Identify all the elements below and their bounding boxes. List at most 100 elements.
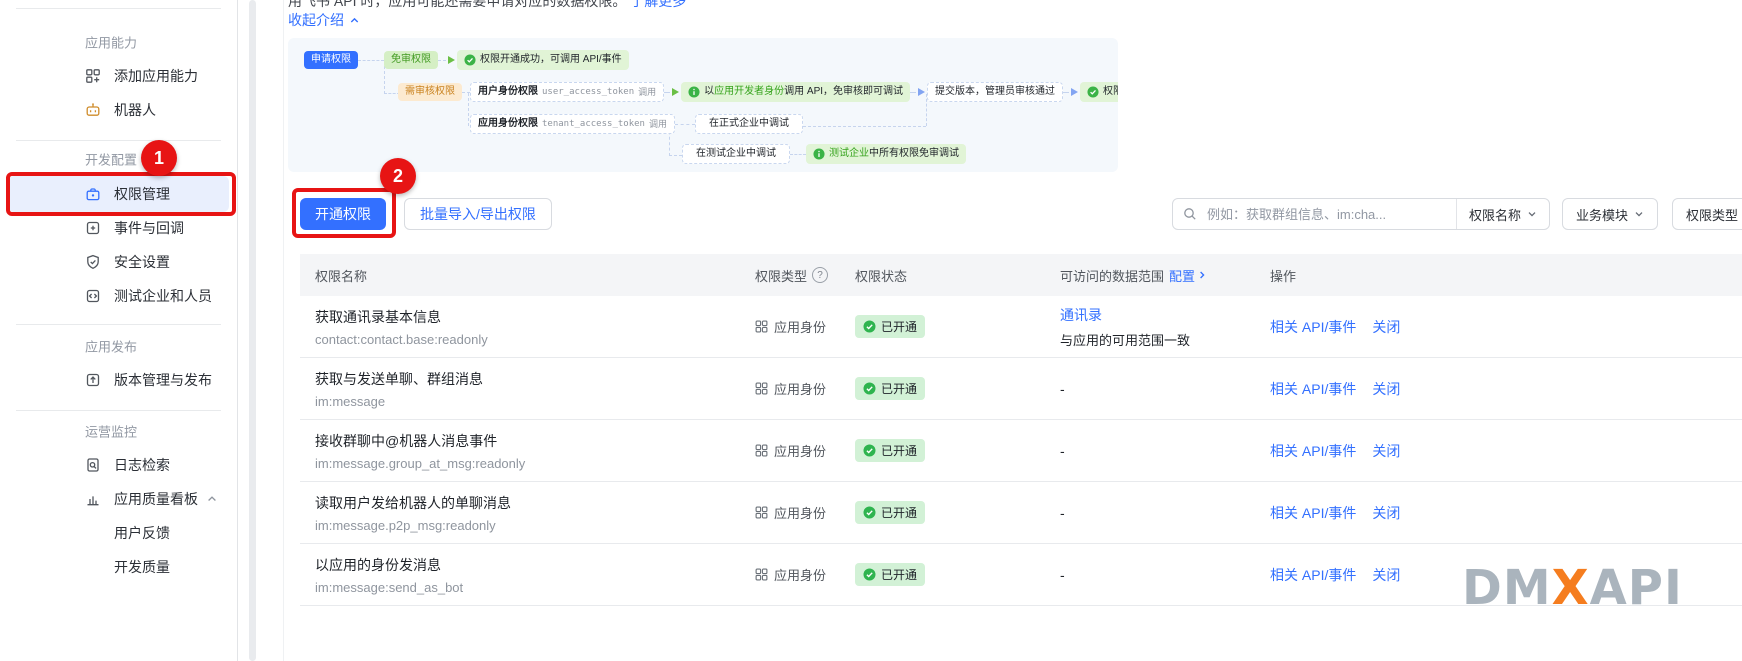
flow-dev-green-text: 应用开发者身份 [714, 86, 784, 97]
permission-type-filter[interactable]: 权限类型 [1672, 198, 1742, 230]
permission-type-label: 权限类型 [1686, 205, 1738, 224]
connector-line [1063, 92, 1069, 93]
app-identity-icon [755, 382, 768, 395]
sidebar-item-security[interactable]: 安全设置 [85, 252, 170, 272]
close-permission-link[interactable]: 关闭 [1372, 379, 1400, 399]
connector-line [664, 92, 670, 93]
permission-title: 读取用户发给机器人的单聊消息 [315, 493, 755, 513]
check-circle-icon [1087, 86, 1099, 98]
flow-test-free-label: 测试企业中所有权限免审调试 [829, 149, 959, 159]
annotation-step-2: 2 [380, 158, 416, 194]
info-circle-icon [688, 86, 700, 98]
batch-import-export-button[interactable]: 批量导入/导出权限 [404, 198, 552, 230]
permission-title: 获取与发送单聊、群组消息 [315, 369, 755, 389]
related-api-link[interactable]: 相关 API/事件 [1270, 317, 1356, 337]
permission-title: 接收群聊中@机器人消息事件 [315, 431, 755, 451]
related-api-link[interactable]: 相关 API/事件 [1270, 441, 1356, 461]
search-input[interactable] [1205, 206, 1456, 223]
business-module-filter[interactable]: 业务模块 [1562, 198, 1658, 230]
close-permission-link[interactable]: 关闭 [1372, 503, 1400, 523]
scope-config-link[interactable]: 配置 [1169, 266, 1207, 285]
collapse-intro-link[interactable]: 收起介绍 [288, 10, 360, 30]
flow-apply-node: 申请权限 [304, 51, 358, 69]
col-header-type: 权限类型 ? [755, 266, 855, 285]
flow-review-result-label: 权限开通成功，可调用 API/事件 [1103, 87, 1118, 97]
table-row: 获取通讯录基本信息 contact:contact.base:readonly … [300, 296, 1742, 358]
flow-free-tag: 免审权限 [384, 51, 438, 69]
content-left-rule [283, 0, 284, 661]
flow-test-suffix: 中所有权限免审调试 [869, 148, 959, 159]
data-scope-cell: - [1060, 567, 1270, 583]
flow-review-result: 权限开通成功，可调用 API/事件 [1080, 82, 1118, 102]
related-api-link[interactable]: 相关 API/事件 [1270, 565, 1356, 585]
action-cell: 相关 API/事件 关闭 [1270, 503, 1742, 523]
sidebar-item-events[interactable]: 事件与回调 [85, 218, 184, 238]
permission-status-cell: 已开通 [855, 563, 1060, 586]
collapse-intro-label: 收起介绍 [288, 10, 344, 30]
close-permission-link[interactable]: 关闭 [1372, 441, 1400, 461]
chevron-down-icon [1527, 209, 1537, 219]
sidebar: 应用能力 添加应用能力 机器人 开发配置 权限管理 事件与 [0, 0, 238, 661]
grid-plus-icon [85, 68, 101, 84]
learn-more-link[interactable]: 了解更多 [630, 0, 686, 9]
check-circle-icon [863, 506, 876, 519]
status-label: 已开通 [881, 566, 917, 583]
table-row: 接收群聊中@机器人消息事件 im:message.group_at_msg:re… [300, 420, 1742, 482]
sidebar-divider [16, 8, 221, 9]
permission-flow-diagram: 申请权限 免审权限 权限开通成功，可调用 API/事件 需审核权限 用户身份权限… [288, 38, 1118, 172]
sidebar-section-release: 应用发布 [85, 337, 137, 356]
related-api-link[interactable]: 相关 API/事件 [1270, 503, 1356, 523]
scope-link[interactable]: 通讯录 [1060, 305, 1270, 325]
connector-line [358, 60, 384, 61]
sidebar-item-label: 权限管理 [114, 184, 170, 204]
permission-type-label: 应用身份 [774, 317, 826, 336]
permission-code: im:message:send_as_bot [315, 580, 755, 595]
sidebar-item-bot[interactable]: 机器人 [85, 100, 156, 120]
sidebar-item-test-company[interactable]: 测试企业和人员 [85, 286, 212, 306]
flow-free-result: 权限开通成功，可调用 API/事件 [457, 50, 629, 70]
flow-tenant-perm-node: 应用身份权限 tenant_access_token 调用 [470, 114, 675, 134]
close-permission-link[interactable]: 关闭 [1372, 565, 1400, 585]
permission-code: im:message [315, 394, 755, 409]
table-row: 读取用户发给机器人的单聊消息 im:message.p2p_msg:readon… [300, 482, 1742, 544]
flow-tenant-call: 调用 [649, 120, 667, 129]
sidebar-divider [16, 410, 221, 411]
sidebar-subitem-user-feedback[interactable]: 用户反馈 [114, 523, 170, 543]
sidebar-item-add-capability[interactable]: 添加应用能力 [85, 66, 198, 86]
sidebar-item-release[interactable]: 版本管理与发布 [85, 370, 212, 390]
sidebar-item-label: 应用质量看板 [114, 489, 198, 509]
watermark-dm: DM [1462, 560, 1552, 616]
permission-status-cell: 已开通 [855, 315, 1060, 338]
arrow-right-icon [448, 56, 455, 64]
search-field-selector[interactable]: 权限名称 [1457, 205, 1549, 224]
chevron-up-icon[interactable] [206, 492, 218, 510]
arrow-right-icon [918, 88, 925, 96]
flow-user-call: 调用 [638, 88, 656, 97]
related-api-link[interactable]: 相关 API/事件 [1270, 379, 1356, 399]
status-badge: 已开通 [855, 563, 925, 586]
sidebar-item-logs[interactable]: 日志检索 [85, 455, 170, 475]
close-permission-link[interactable]: 关闭 [1372, 317, 1400, 337]
sidebar-item-permission[interactable]: 权限管理 [85, 184, 170, 204]
check-circle-icon [863, 320, 876, 333]
open-permission-button[interactable]: 开通权限 [300, 198, 386, 230]
flow-dev-debug-node: 以应用开发者身份调用 API，免审核即可调试 [681, 82, 910, 102]
flow-user-perm-label: 用户身份权限 [478, 87, 538, 97]
search-field-label: 权限名称 [1469, 205, 1521, 224]
table-row: 获取与发送单聊、群组消息 im:message 应用身份 已开通 - 相关 AP… [300, 358, 1742, 420]
data-scope-cell: - [1060, 505, 1270, 521]
help-icon[interactable]: ? [812, 267, 828, 283]
flow-row-4: 在测试企业中调试 测试企业中所有权限免审调试 [682, 144, 966, 164]
sidebar-subitem-dev-quality[interactable]: 开发质量 [114, 557, 170, 577]
permission-status-cell: 已开通 [855, 439, 1060, 462]
business-module-label: 业务模块 [1576, 205, 1628, 224]
info-circle-icon [813, 148, 825, 160]
check-circle-icon [863, 382, 876, 395]
check-circle-icon [863, 568, 876, 581]
permission-type-cell: 应用身份 [755, 565, 855, 584]
sidebar-item-quality-board[interactable]: 应用质量看板 [85, 489, 198, 509]
sidebar-item-label: 安全设置 [114, 252, 170, 272]
flow-dev-debug-label: 以应用开发者身份调用 API，免审核即可调试 [704, 87, 903, 97]
bar-chart-icon [85, 491, 101, 507]
vertical-scrollbar[interactable] [249, 0, 256, 661]
